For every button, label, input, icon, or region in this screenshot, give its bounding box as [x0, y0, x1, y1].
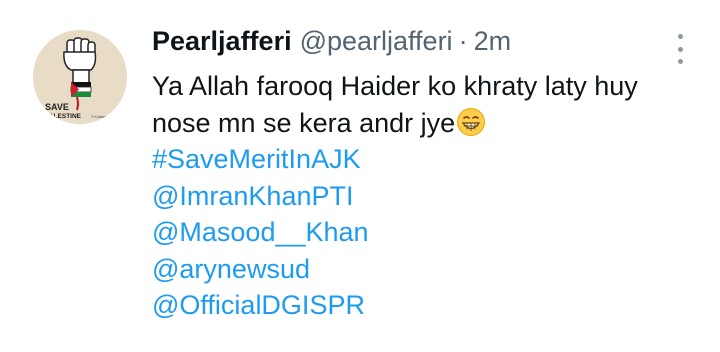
timestamp[interactable]: 2m [474, 26, 512, 57]
mention-link[interactable]: @arynewsud [152, 251, 712, 288]
user-handle[interactable]: @pearljafferi [300, 26, 453, 57]
avatar[interactable]: SAVE PALESTINE © Kuttabah [33, 30, 127, 124]
tweet-card[interactable]: SAVE PALESTINE © Kuttabah Pearljafferi @… [0, 0, 720, 352]
svg-text:SAVE: SAVE [45, 102, 69, 112]
tweet-text-line: nose mn se kera andr jye [152, 107, 456, 138]
mention-link[interactable]: @Masood__Khan [152, 214, 712, 251]
mention-link[interactable]: @OfficialDGISPR [152, 287, 712, 324]
separator-dot: · [458, 26, 468, 56]
more-options-icon[interactable] [670, 32, 690, 66]
tweet-text-line-with-emoji: nose mn se kera andr jye [152, 105, 712, 142]
tweet-text: Ya Allah farooq Haider ko khraty laty hu… [152, 68, 712, 324]
grinning-face-with-teeth-icon [457, 107, 486, 136]
svg-text:© Kuttabah: © Kuttabah [91, 115, 109, 119]
fist-icon: SAVE PALESTINE © Kuttabah [33, 30, 127, 124]
mention-link[interactable]: @ImranKhanPTI [152, 178, 712, 215]
hashtag-link[interactable]: #SaveMeritInAJK [152, 141, 712, 178]
tweet-text-line: Ya Allah farooq Haider ko khraty laty hu… [152, 71, 638, 101]
display-name[interactable]: Pearljafferi [152, 26, 292, 57]
svg-text:PALESTINE: PALESTINE [45, 113, 82, 120]
tweet-header: Pearljafferi @pearljafferi · 2m [152, 26, 511, 62]
